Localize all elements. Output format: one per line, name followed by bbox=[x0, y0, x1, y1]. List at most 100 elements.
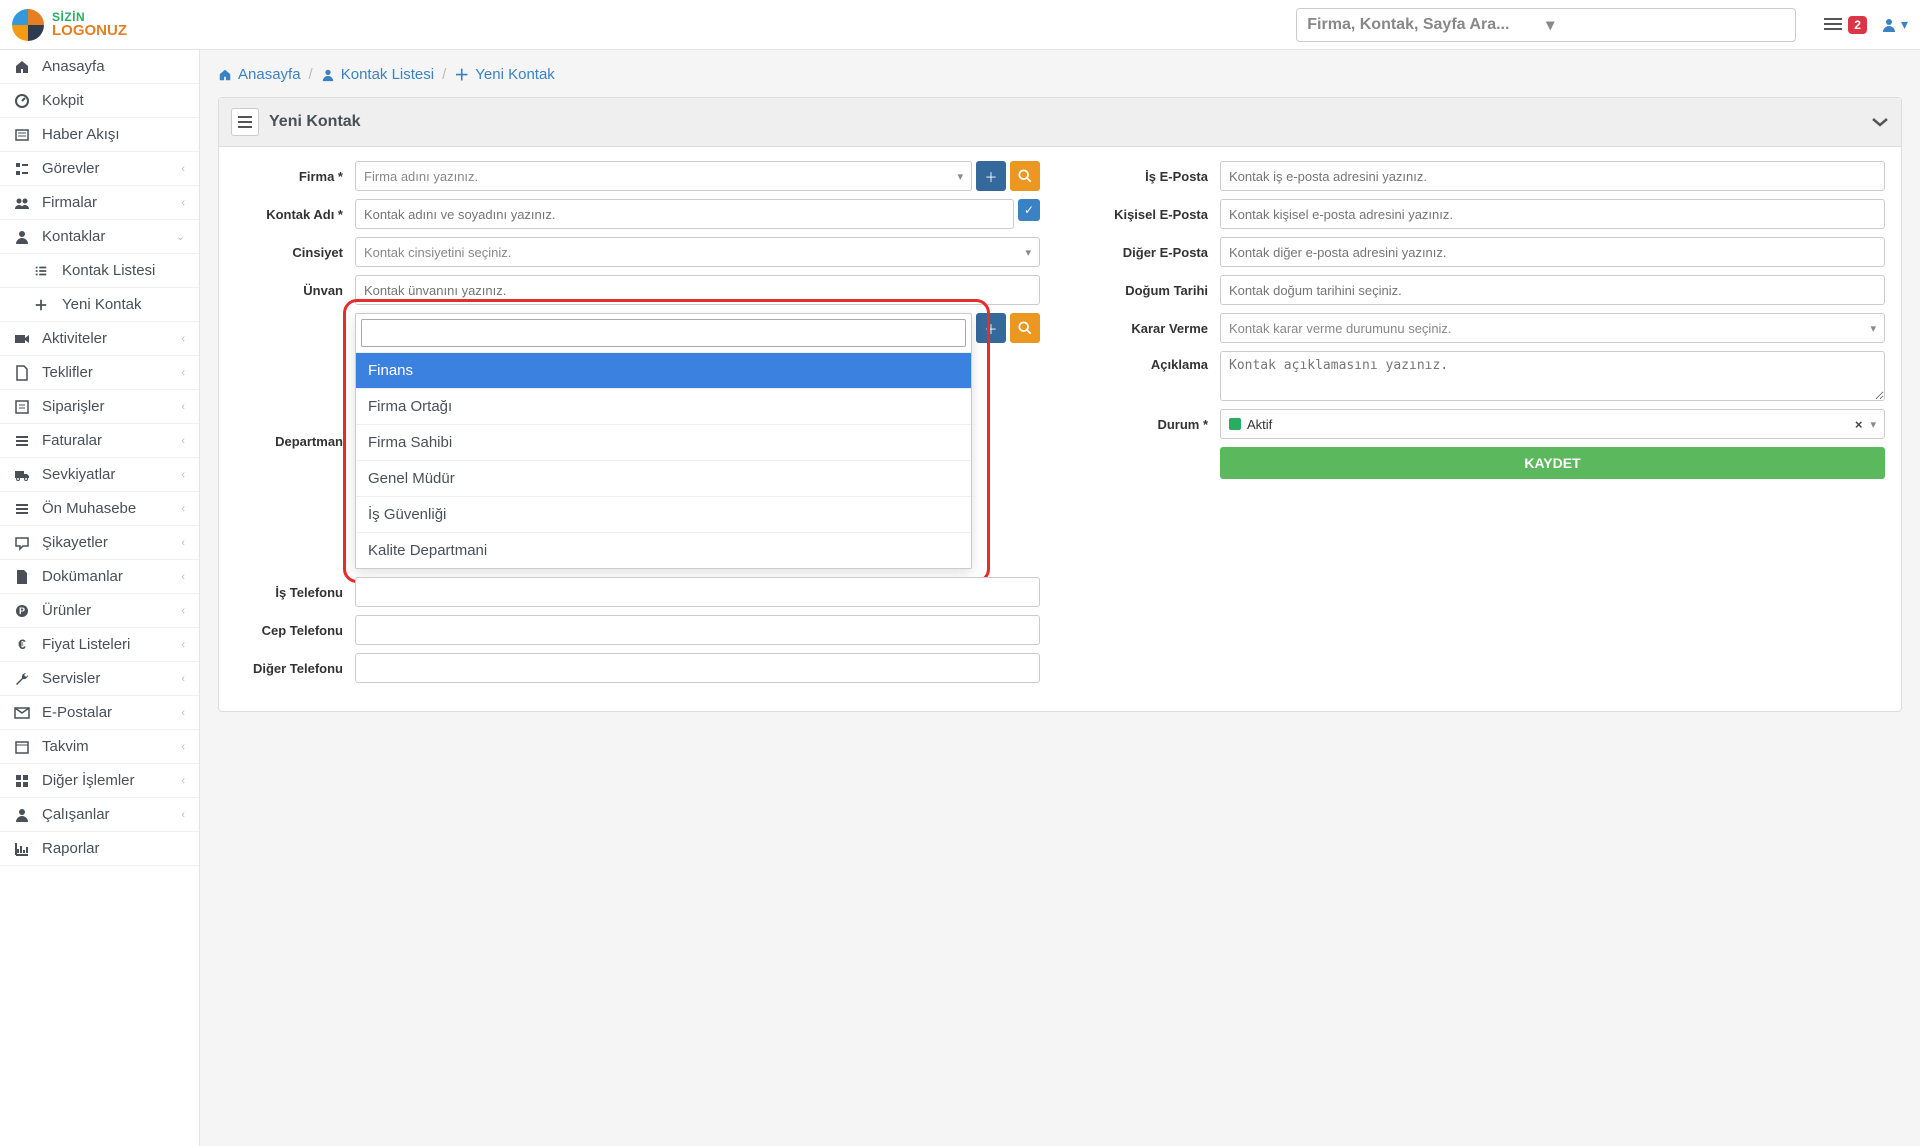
sidebar-item-ürünler[interactable]: PÜrünler‹ bbox=[0, 594, 199, 628]
chevron-down-icon: ▾ bbox=[1870, 322, 1876, 335]
sidebar-item-teklifler[interactable]: Teklifler‹ bbox=[0, 356, 199, 390]
dogum-tarihi-input[interactable] bbox=[1220, 275, 1885, 305]
sidebar-item-label: Firmalar bbox=[42, 194, 97, 211]
breadcrumb-yeni-kontak[interactable]: ＋ Yeni Kontak bbox=[454, 64, 555, 85]
sidebar-item-görevler[interactable]: Görevler‹ bbox=[0, 152, 199, 186]
breadcrumb-home[interactable]: Anasayfa bbox=[218, 66, 301, 83]
chevron-left-icon: ‹ bbox=[181, 571, 185, 583]
plus-icon: ＋ bbox=[984, 319, 997, 338]
departman-option[interactable]: İş Güvenliği bbox=[356, 496, 971, 532]
sidebar-item-label: Görevler bbox=[42, 160, 100, 177]
chevron-left-icon: ‹ bbox=[181, 435, 185, 447]
chart-icon bbox=[14, 841, 32, 857]
chevron-left-icon: ‹ bbox=[181, 639, 185, 651]
kontak-adi-label: Kontak Adı * bbox=[235, 207, 355, 222]
diger-eposta-input[interactable] bbox=[1220, 237, 1885, 267]
aciklama-label: Açıklama bbox=[1080, 351, 1220, 372]
panel-yeni-kontak: Yeni Kontak Firma * Firma adını yazınız.… bbox=[218, 97, 1902, 712]
plus-icon: ＋ bbox=[454, 64, 469, 85]
user-icon bbox=[14, 229, 32, 245]
sidebar-item-fiyat-listeleri[interactable]: €Fiyat Listeleri‹ bbox=[0, 628, 199, 662]
clear-icon[interactable]: × bbox=[1855, 417, 1863, 432]
sidebar-item-label: Servisler bbox=[42, 670, 100, 687]
sidebar-subitem-yeni-kontak[interactable]: Yeni Kontak bbox=[0, 288, 199, 322]
departman-option[interactable]: Firma Sahibi bbox=[356, 424, 971, 460]
user-menu[interactable]: ▾ bbox=[1881, 16, 1908, 33]
sidebar-item-label: Siparişler bbox=[42, 398, 105, 415]
unvan-input[interactable] bbox=[355, 275, 1040, 305]
sidebar-subitem-kontak-listesi[interactable]: Kontak Listesi bbox=[0, 254, 199, 288]
sidebar-item-raporlar[interactable]: Raporlar bbox=[0, 832, 199, 866]
karar-verme-select[interactable]: Kontak karar verme durumunu seçiniz. ▾ bbox=[1220, 313, 1885, 343]
departman-search-button[interactable] bbox=[1010, 313, 1040, 343]
sidebar-item-sevkiyatlar[interactable]: Sevkiyatlar‹ bbox=[0, 458, 199, 492]
sidebar-item-siparişler[interactable]: Siparişler‹ bbox=[0, 390, 199, 424]
kisisel-eposta-input[interactable] bbox=[1220, 199, 1885, 229]
firma-search-button[interactable] bbox=[1010, 161, 1040, 191]
departman-add-button[interactable]: ＋ bbox=[976, 313, 1006, 343]
users-icon bbox=[14, 195, 32, 211]
sidebar-item-diğer-i-şlemler[interactable]: Diğer İşlemler‹ bbox=[0, 764, 199, 798]
sidebar-item-anasayfa[interactable]: Anasayfa bbox=[0, 50, 199, 84]
sidebar-item-çalışanlar[interactable]: Çalışanlar‹ bbox=[0, 798, 199, 832]
chevron-left-icon: ‹ bbox=[181, 673, 185, 685]
sidebar-item-takvim[interactable]: Takvim‹ bbox=[0, 730, 199, 764]
karar-verme-label: Karar Verme bbox=[1080, 321, 1220, 336]
departman-option[interactable]: Kalite Departmani bbox=[356, 532, 971, 568]
firma-add-button[interactable]: ＋ bbox=[976, 161, 1006, 191]
is-eposta-input[interactable] bbox=[1220, 161, 1885, 191]
chevron-left-icon: ‹ bbox=[181, 503, 185, 515]
durum-label: Durum * bbox=[1080, 417, 1220, 432]
list-icon bbox=[1824, 18, 1842, 32]
plus-icon bbox=[34, 298, 52, 312]
collapse-button[interactable] bbox=[1871, 116, 1889, 128]
sidebar-item-dokümanlar[interactable]: Dokümanlar‹ bbox=[0, 560, 199, 594]
sidebar-item-e-postalar[interactable]: E-Postalar‹ bbox=[0, 696, 199, 730]
firma-select[interactable]: Firma adını yazınız. ▾ bbox=[355, 161, 972, 191]
departman-option[interactable]: Firma Ortağı bbox=[356, 388, 971, 424]
other-icon bbox=[14, 773, 32, 789]
svg-text:€: € bbox=[18, 637, 26, 652]
sidebar-item-faturalar[interactable]: Faturalar‹ bbox=[0, 424, 199, 458]
sidebar-item-firmalar[interactable]: Firmalar‹ bbox=[0, 186, 199, 220]
global-search-placeholder: Firma, Kontak, Sayfa Ara... bbox=[1307, 16, 1546, 34]
sidebar-item-aktiviteler[interactable]: Aktiviteler‹ bbox=[0, 322, 199, 356]
departman-search-input[interactable] bbox=[361, 319, 966, 347]
departman-option[interactable]: Genel Müdür bbox=[356, 460, 971, 496]
panel-menu-button[interactable] bbox=[231, 108, 259, 136]
sidebar-item-ön-muhasebe[interactable]: Ön Muhasebe‹ bbox=[0, 492, 199, 526]
chevron-left-icon: ‹ bbox=[181, 775, 185, 787]
diger-telefonu-input[interactable] bbox=[355, 653, 1040, 683]
chevron-down-icon: ▾ bbox=[1025, 246, 1031, 259]
dogum-tarihi-label: Doğum Tarihi bbox=[1080, 283, 1220, 298]
staff-icon bbox=[14, 807, 32, 823]
departman-option[interactable]: Finans bbox=[356, 352, 971, 388]
logo[interactable]: SİZİN LOGONUZ bbox=[12, 9, 200, 41]
firma-label: Firma * bbox=[235, 169, 355, 184]
is-telefonu-input[interactable] bbox=[355, 577, 1040, 607]
durum-select[interactable]: Aktif × ▾ bbox=[1220, 409, 1885, 439]
global-search[interactable]: Firma, Kontak, Sayfa Ara... ▾ bbox=[1296, 8, 1796, 42]
status-active-icon bbox=[1229, 418, 1241, 430]
sidebar-item-label: Kokpit bbox=[42, 92, 84, 109]
logo-icon bbox=[12, 9, 44, 41]
aciklama-textarea[interactable] bbox=[1220, 351, 1885, 401]
save-button[interactable]: KAYDET bbox=[1220, 447, 1885, 479]
sidebar-item-kontaklar[interactable]: Kontaklar⌄ bbox=[0, 220, 199, 254]
kontak-adi-check[interactable]: ✓ bbox=[1018, 199, 1040, 221]
panel-title: Yeni Kontak bbox=[269, 113, 361, 131]
cinsiyet-select[interactable]: Kontak cinsiyetini seçiniz. ▾ bbox=[355, 237, 1040, 267]
tasks-icon bbox=[14, 161, 32, 177]
kontak-adi-input[interactable] bbox=[355, 199, 1014, 229]
chevron-down-icon: ▾ bbox=[1901, 16, 1908, 33]
sidebar-item-şikayetler[interactable]: Şikayetler‹ bbox=[0, 526, 199, 560]
cep-telefonu-input[interactable] bbox=[355, 615, 1040, 645]
notifications[interactable]: 2 bbox=[1824, 16, 1867, 34]
product-icon: P bbox=[14, 603, 32, 619]
sidebar-item-label: Haber Akışı bbox=[42, 126, 120, 143]
sidebar-item-kokpit[interactable]: Kokpit bbox=[0, 84, 199, 118]
breadcrumb-kontak-listesi[interactable]: Kontak Listesi bbox=[321, 66, 434, 83]
is-telefonu-label: İş Telefonu bbox=[235, 585, 355, 600]
sidebar-item-haber-akışı[interactable]: Haber Akışı bbox=[0, 118, 199, 152]
sidebar-item-servisler[interactable]: Servisler ‹ bbox=[0, 662, 199, 696]
